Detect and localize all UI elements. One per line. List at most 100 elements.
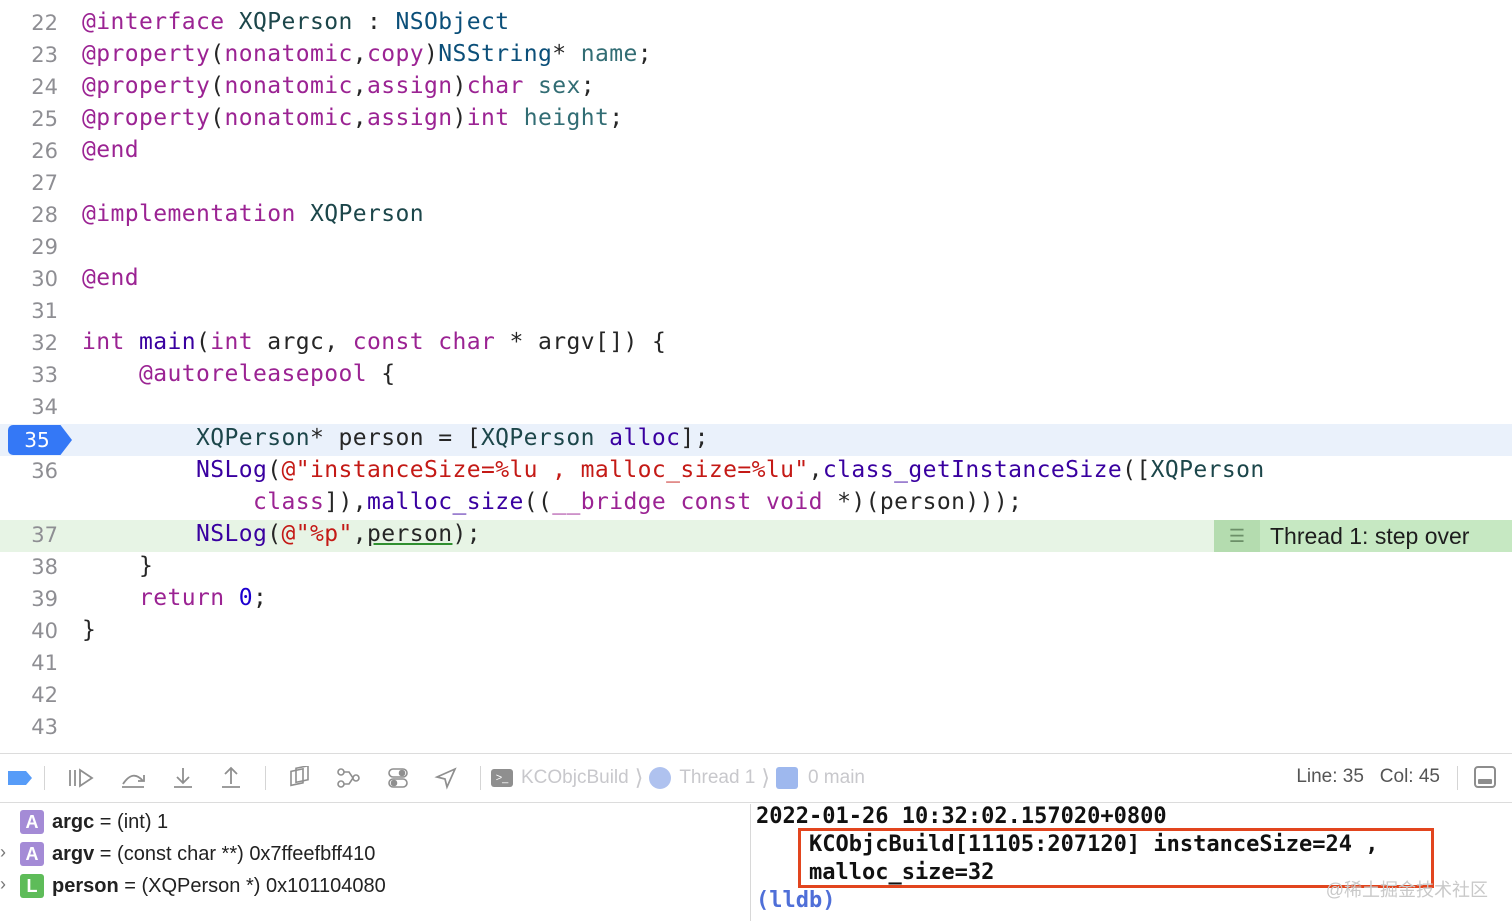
code-text: } [82,617,97,643]
breakpoints-toggle-icon[interactable] [6,758,34,798]
code-line[interactable]: 24 @property(nonatomic,assign)char sex; [0,72,1512,104]
line-number: 42 [31,683,58,707]
line-number: 36 [31,459,58,483]
breadcrumb-label: Thread 1 [679,767,756,788]
thread-icon [649,767,672,789]
code-text: @interface XQPerson : NSObject [82,9,510,35]
code-text: @autoreleasepool { [139,361,396,387]
toolbar-divider [480,766,481,790]
code-line[interactable]: 34 [0,392,1512,424]
code-line[interactable]: 38 } [0,552,1512,584]
variable-equals: = [94,811,118,833]
disclosure-triangle-icon[interactable]: › [0,874,6,895]
code-text: return 0; [139,585,268,611]
breakpoint-marker[interactable]: 35 [8,425,72,455]
line-number: 26 [31,139,58,163]
line-number: 22 [31,11,58,35]
code-text: NSLog(@"%p",person); [195,521,481,547]
code-line[interactable]: 22 @interface XQPerson : NSObject [0,8,1512,40]
variable-value: (XQPerson *) 0x101104080 [141,875,386,897]
variable-row[interactable]: › A argv = (const char **) 0x7ffeefbff41… [0,840,750,870]
panel-divider[interactable] [750,804,751,921]
code-line[interactable]: 32 int main(int argc, const char * argv[… [0,328,1512,360]
code-line-wrap[interactable]: class]),malloc_size((__bridge const void… [0,488,1512,520]
code-text: class]),malloc_size((__bridge const void… [252,489,1023,515]
code-text: @property(nonatomic,copy)NSString* name; [82,41,652,67]
thread-status-badge[interactable]: ☰ Thread 1: step over [1214,520,1512,552]
code-line[interactable]: 29 [0,232,1512,264]
chevron-right-icon: ⟩ [761,765,770,790]
argument-badge-icon: A [20,842,44,866]
step-out-icon[interactable] [219,758,243,798]
line-number: 24 [31,75,58,99]
line-number: 28 [31,203,58,227]
variable-entry: argv = (const char **) 0x7ffeefbff410 [52,843,375,866]
breadcrumb-target[interactable]: >_ KCObjcBuild [491,767,629,789]
menu-icon[interactable]: ☰ [1214,520,1260,552]
line-number: 33 [31,363,58,387]
variable-name: argc [52,811,95,833]
code-line[interactable]: 25 @property(nonatomic,assign)int height… [0,104,1512,136]
local-badge-icon: L [20,874,44,898]
code-text: } [82,553,154,579]
line-number: 37 [31,523,58,547]
code-line[interactable]: 43 [0,712,1512,744]
line-number: 41 [31,651,58,675]
toolbar-divider [44,766,45,790]
chevron-right-icon: ⟩ [634,765,644,790]
line-number: 27 [31,171,58,195]
variable-value: (int) 1 [117,811,169,833]
code-line[interactable]: 26 @end [0,136,1512,168]
code-line[interactable]: 31 [0,296,1512,328]
column-indicator: Col: 45 [1379,766,1440,787]
lldb-prompt[interactable]: (lldb) [756,888,835,916]
line-number: 38 [31,555,58,579]
terminal-icon: >_ [491,769,513,787]
code-text: @end [82,137,139,163]
cursor-position: Line: 35 Col: 45 [1296,766,1440,788]
line-number: 34 [31,395,58,419]
line-number: 30 [31,267,58,291]
variable-entry: person = (XQPerson *) 0x101104080 [52,875,386,898]
line-number: 39 [31,587,58,611]
breadcrumb-frame[interactable]: 0 main [775,767,865,789]
continue-icon[interactable] [67,758,95,798]
watermark: @稀土掘金技术社区 [1325,880,1488,900]
disclosure-triangle-icon[interactable]: › [0,842,6,863]
code-line[interactable]: 42 [0,680,1512,712]
step-over-icon[interactable] [119,758,147,798]
variable-row[interactable]: A argc = (int) 1 [0,808,750,838]
toggle-console-panel-icon[interactable] [1474,766,1496,788]
code-line[interactable]: 23 @property(nonatomic,copy)NSString* na… [0,40,1512,72]
variable-entry: argc = (int) 1 [52,811,168,834]
variables-view: A argc = (int) 1 › A argv = (const char … [0,804,750,921]
code-text: int main(int argc, const char * argv[]) … [82,329,667,355]
environment-overrides-icon[interactable] [386,758,410,798]
code-text: XQPerson* person = [XQPerson alloc]; [195,425,709,451]
toolbar-divider [1457,766,1458,790]
breadcrumb-thread[interactable]: Thread 1 [649,767,755,789]
code-line[interactable]: 33 @autoreleasepool { [0,360,1512,392]
code-line[interactable]: 30 @end [0,264,1512,296]
memory-graph-icon[interactable] [336,758,362,798]
variable-name: person [52,875,119,897]
code-line[interactable]: 39 return 0; [0,584,1512,616]
variable-value: (const char **) 0x7ffeefbff410 [117,843,376,865]
line-number: 25 [31,107,58,131]
step-into-icon[interactable] [171,758,195,798]
code-line[interactable]: 28 @implementation XQPerson [0,200,1512,232]
line-indicator: Line: 35 [1296,766,1364,787]
simulate-location-icon[interactable] [434,758,458,798]
code-editor[interactable]: 22 @interface XQPerson : NSObject 23 @pr… [0,0,1512,752]
code-text: @property(nonatomic,assign)char sex; [82,73,595,99]
line-number: 32 [31,331,58,355]
variable-row[interactable]: › L person = (XQPerson *) 0x101104080 [0,872,750,902]
code-line[interactable]: 41 [0,648,1512,680]
code-line[interactable]: 27 [0,168,1512,200]
code-line[interactable]: 40 } [0,616,1512,648]
code-line-current[interactable]: 37 NSLog(@"%p",person); ☰ Thread 1: step… [0,520,1512,552]
debug-view-hierarchy-icon[interactable] [288,758,312,798]
code-text: NSLog(@"instanceSize=%lu , malloc_size=%… [195,457,1265,483]
code-line-breakpoint[interactable]: 35 XQPerson* person = [XQPerson alloc]; [0,424,1512,456]
code-line[interactable]: 36 NSLog(@"instanceSize=%lu , malloc_siz… [0,456,1512,488]
